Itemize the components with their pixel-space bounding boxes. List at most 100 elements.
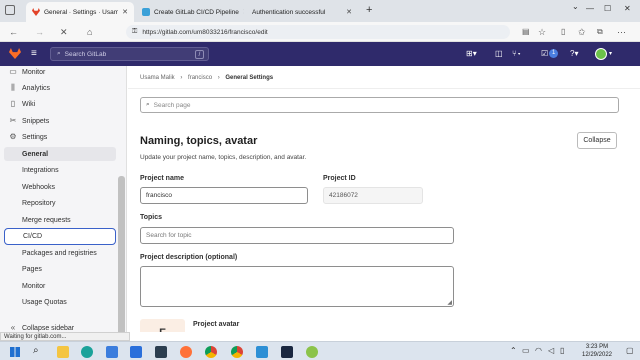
tab-create-pipeline[interactable]: Create GitLab CI/CD Pipeline ✕ xyxy=(136,2,244,22)
project-description-textarea[interactable]: ◢ xyxy=(140,266,454,307)
app-icon[interactable] xyxy=(155,346,167,358)
tray-chevron-icon[interactable]: ⌃ xyxy=(510,346,517,355)
todo-icon[interactable]: ☑ xyxy=(541,49,548,59)
project-id-field[interactable]: 42186072 xyxy=(323,187,423,204)
sidebar-item-ci-cd[interactable]: CI/CD xyxy=(4,228,116,245)
sidebar-item-label: Integrations xyxy=(22,166,59,174)
network-icon[interactable]: ▭ xyxy=(522,346,530,355)
close-tab-icon[interactable]: ✕ xyxy=(118,8,128,16)
gitlab-header: ≡ ⌕ Search GitLab / ⊞▾ ◫ ⑂▾ ☑ 1 ?▾ ▾ xyxy=(0,42,640,66)
tab-actions-icon[interactable] xyxy=(5,5,15,15)
wifi-icon[interactable]: ◠ xyxy=(535,346,542,355)
paint-icon[interactable] xyxy=(306,346,318,358)
book-icon: ▯ xyxy=(10,99,16,108)
forward-icon[interactable]: → xyxy=(35,26,44,38)
breadcrumb-current: General Settings xyxy=(225,75,274,81)
back-icon[interactable]: ← xyxy=(9,26,18,38)
close-tab-icon[interactable]: ✕ xyxy=(239,8,244,16)
help-icon[interactable]: ?▾ xyxy=(570,49,578,59)
sidebar-item-label: Packages and registries xyxy=(22,249,97,257)
todo-count-badge: 1 xyxy=(549,49,559,58)
bookmark-star-icon[interactable]: ☆ xyxy=(538,26,546,38)
sidebar-item-analytics[interactable]: ⫼ Analytics xyxy=(4,81,116,95)
gear-icon: ⚙ xyxy=(9,132,17,141)
collections-icon[interactable]: ⧉ xyxy=(597,26,603,38)
collapse-sidebar-button[interactable]: « Collapse sidebar xyxy=(4,321,116,332)
search-icon[interactable]: ⌕ xyxy=(33,345,39,356)
create-new-icon[interactable]: ⊞▾ xyxy=(466,49,477,59)
sidebar-item-wiki[interactable]: ▯ Wiki xyxy=(4,97,116,111)
close-tab-icon[interactable]: ✕ xyxy=(342,8,352,16)
stop-loading-icon[interactable]: ✕ xyxy=(60,26,68,38)
favorites-icon[interactable]: ✩ xyxy=(578,26,586,38)
monitor-icon: ▭ xyxy=(9,67,17,76)
chrome-profile-icon[interactable] xyxy=(231,346,243,358)
tab-label: Authentication successful xyxy=(252,8,326,16)
tab-authentication[interactable]: Authentication successful ✕ xyxy=(246,2,358,22)
tab-general-settings[interactable]: General · Settings · Usama Mali ✕ xyxy=(26,2,134,22)
clock[interactable]: 3:23 PM 12/29/2022 xyxy=(580,343,614,359)
vscode-icon[interactable] xyxy=(256,346,268,358)
mail-icon[interactable] xyxy=(130,346,142,358)
clock-date: 12/29/2022 xyxy=(581,352,613,358)
search-placeholder: Search GitLab xyxy=(64,50,107,58)
windows-start-icon[interactable] xyxy=(10,347,20,357)
sidebar-item-settings-monitor[interactable]: Monitor xyxy=(4,279,116,293)
url-text: https://gitlab.com/um8033216/francisco/e… xyxy=(142,28,268,36)
sidebar-item-settings[interactable]: ⚙ Settings xyxy=(4,130,116,144)
notification-icon[interactable]: ▢ xyxy=(626,346,634,355)
sidebar-item-general[interactable]: General xyxy=(4,147,116,161)
terminal-icon[interactable] xyxy=(281,346,293,358)
gitlab-logo-icon[interactable] xyxy=(9,48,21,59)
avatar-preview: F xyxy=(140,319,185,332)
volume-icon[interactable]: ◁ xyxy=(548,346,554,355)
tab-search-icon[interactable]: ⌄ xyxy=(572,2,579,11)
address-bar[interactable]: ⚿ https://gitlab.com/um8033216/francisco… xyxy=(126,25,510,39)
minimize-button[interactable]: — xyxy=(586,4,594,13)
sidebar-item-usage-quotas[interactable]: Usage Quotas xyxy=(4,295,116,309)
resize-handle-icon[interactable]: ◢ xyxy=(447,299,452,306)
breadcrumb-item[interactable]: Usama Malik xyxy=(140,75,175,81)
tab-label: General · Settings · Usama Mali xyxy=(44,8,119,16)
breadcrumb-item[interactable]: francisco xyxy=(188,75,212,81)
sidebar-item-label: Snippets xyxy=(22,117,50,125)
merge-requests-icon[interactable]: ⑂▾ xyxy=(512,49,522,59)
breadcrumb-separator: › xyxy=(217,75,220,81)
new-tab-button[interactable]: + xyxy=(366,4,372,16)
sidebar-item-pages[interactable]: Pages xyxy=(4,262,116,276)
chevron-down-icon[interactable]: ▾ xyxy=(609,49,612,59)
edge-icon[interactable] xyxy=(81,346,93,358)
search-shortcut-hint: / xyxy=(195,50,204,59)
gitlab-search-input[interactable]: ⌕ Search GitLab / xyxy=(50,47,209,61)
gitlab-tab-icon xyxy=(32,8,40,16)
sidebar-item-repository[interactable]: Repository xyxy=(4,196,116,210)
search-page-input[interactable]: ⌕ Search page xyxy=(140,97,619,113)
sidebar-item-monitor[interactable]: ▭ Monitor xyxy=(4,66,116,79)
menu-icon[interactable]: ⋯ xyxy=(617,26,626,38)
sidebar-item-integrations[interactable]: Integrations xyxy=(4,163,116,177)
topics-input[interactable]: Search for topic xyxy=(140,227,454,244)
battery-icon[interactable]: ▯ xyxy=(560,346,564,355)
home-icon[interactable]: ⌂ xyxy=(87,26,92,38)
issues-icon[interactable]: ◫ xyxy=(495,49,503,59)
file-explorer-icon[interactable] xyxy=(57,346,69,358)
hamburger-menu-icon[interactable]: ≡ xyxy=(31,48,37,59)
split-screen-icon[interactable]: ▯ xyxy=(561,26,565,38)
close-window-button[interactable]: ✕ xyxy=(624,4,631,13)
section-title: Naming, topics, avatar xyxy=(140,135,258,147)
reader-mode-icon[interactable]: ▤ xyxy=(522,26,530,38)
page-tab-icon xyxy=(142,8,150,16)
firefox-icon[interactable] xyxy=(180,346,192,358)
store-icon[interactable] xyxy=(106,346,118,358)
sidebar-item-packages-registries[interactable]: Packages and registries xyxy=(4,246,116,260)
collapse-button[interactable]: Collapse xyxy=(577,132,617,149)
user-avatar[interactable] xyxy=(595,48,607,60)
sidebar-item-webhooks[interactable]: Webhooks xyxy=(4,180,116,194)
analytics-icon: ⫼ xyxy=(11,83,15,92)
maximize-button[interactable]: ☐ xyxy=(604,4,611,13)
sidebar-scrollbar[interactable] xyxy=(118,176,125,332)
sidebar-item-snippets[interactable]: ✂ Snippets xyxy=(4,114,116,128)
sidebar-item-merge-requests[interactable]: Merge requests xyxy=(4,213,116,227)
chrome-icon[interactable] xyxy=(205,346,217,358)
project-name-input[interactable]: francisco xyxy=(140,187,308,204)
